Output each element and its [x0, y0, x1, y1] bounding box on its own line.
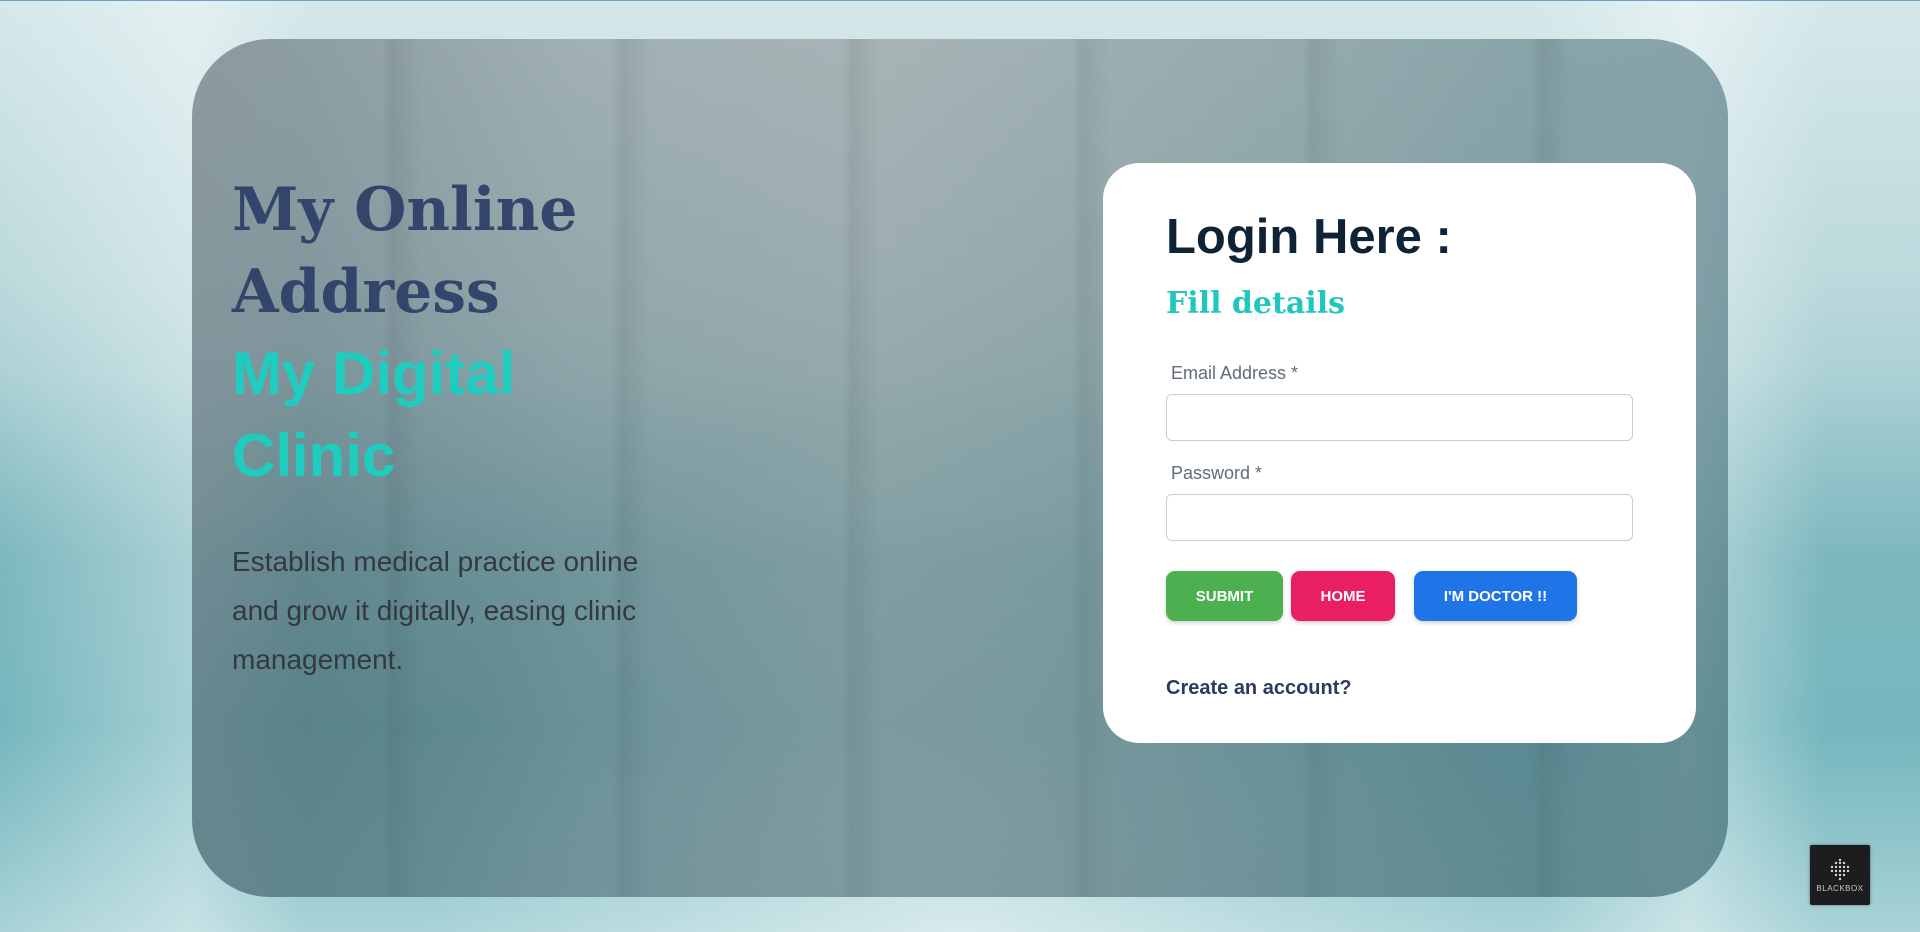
- login-heading: Login Here :: [1166, 210, 1452, 264]
- password-label: Password *: [1171, 463, 1263, 483]
- hero-accent-line-1: My Digital: [232, 340, 516, 407]
- create-account-link[interactable]: Create an account?: [1166, 677, 1352, 700]
- home-button[interactable]: HOME: [1291, 571, 1395, 621]
- badge-label: BLACKBOX: [1816, 883, 1864, 893]
- doctor-login-button[interactable]: I'M DOCTOR !!: [1414, 571, 1577, 621]
- hero-description: Establish medical practice online and gr…: [232, 546, 639, 675]
- blackbox-logo-icon: [1827, 858, 1853, 882]
- top-border: [0, 0, 1920, 1]
- email-field[interactable]: [1166, 394, 1633, 441]
- blackbox-badge[interactable]: BLACKBOX: [1810, 845, 1870, 905]
- hero-section: My Online Address My Digital Clinic Esta…: [232, 169, 792, 684]
- password-field[interactable]: [1166, 494, 1633, 541]
- login-card: Login Here : Fill details Email Address …: [1103, 163, 1696, 743]
- email-label: Email Address *: [1171, 363, 1299, 383]
- submit-button[interactable]: SUBMIT: [1166, 571, 1283, 621]
- hero-accent-line-2: Clinic: [232, 422, 396, 489]
- hero-title-line-2: Address: [232, 257, 500, 327]
- glass-panel: My Online Address My Digital Clinic Esta…: [192, 39, 1728, 897]
- login-subheading: Fill details: [1166, 286, 1345, 321]
- hero-title-line-1: My Online: [232, 175, 578, 245]
